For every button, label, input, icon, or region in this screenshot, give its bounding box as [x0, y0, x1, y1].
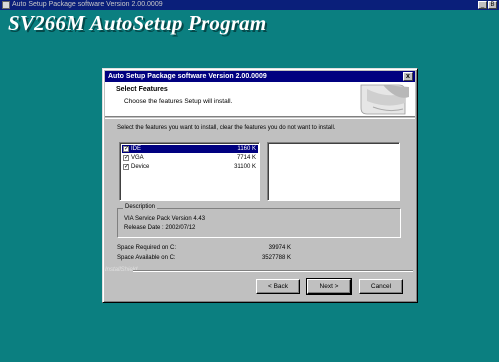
- checkbox-device[interactable]: ✓: [123, 164, 129, 170]
- feature-name: IDE: [131, 146, 142, 152]
- space-available-label: Space Available on C:: [117, 255, 176, 261]
- feature-size: 1160 K: [237, 146, 256, 152]
- app-caption: Auto Setup Package software Version 2.00…: [12, 1, 163, 8]
- banner-title: SV266M AutoSetup Program: [8, 11, 267, 35]
- dialog-header: Select Features Choose the features Setu…: [105, 82, 415, 117]
- instruction-text: Select the features you want to install,…: [117, 125, 336, 131]
- feature-size: 31100 K: [234, 164, 256, 170]
- feature-name: VGA: [131, 155, 144, 161]
- checkbox-ide[interactable]: ✓: [123, 146, 129, 152]
- app-titlebar: Auto Setup Package software Version 2.00…: [0, 0, 499, 10]
- header-subtitle: Choose the features Setup will install.: [124, 98, 233, 105]
- dialog-title: Auto Setup Package software Version 2.00…: [108, 73, 267, 80]
- space-required-value: 39974 K: [268, 245, 291, 251]
- bottom-separator: [133, 270, 413, 272]
- space-available-value: 3527788 K: [261, 255, 291, 261]
- next-button[interactable]: Next >: [306, 278, 352, 295]
- feature-list[interactable]: ✓ IDE 1160 K ✓ VGA 7714 K ✓ Device 31100…: [119, 142, 260, 201]
- restore-button[interactable]: B: [488, 1, 497, 9]
- window-controls: _ B: [478, 1, 497, 9]
- description-release-date: Release Date : 2002/07/12: [124, 225, 196, 231]
- space-required-label: Space Required on C:: [117, 245, 177, 251]
- app-icon: [2, 1, 10, 9]
- description-group: Description VIA Service Pack Version 4.4…: [117, 204, 401, 238]
- feature-item-vga[interactable]: ✓ VGA 7714 K: [122, 154, 258, 162]
- feature-item-device[interactable]: ✓ Device 31100 K: [122, 163, 258, 171]
- feature-item-ide[interactable]: ✓ IDE 1160 K: [122, 145, 258, 153]
- page-curl-icon: [360, 84, 409, 115]
- feature-detail-box: [267, 142, 400, 201]
- feature-name: Device: [131, 164, 150, 170]
- close-button[interactable]: x: [403, 72, 413, 81]
- setup-dialog: Auto Setup Package software Version 2.00…: [102, 68, 418, 303]
- minimize-button[interactable]: _: [478, 1, 487, 9]
- header-title: Select Features: [116, 86, 168, 93]
- description-legend: Description: [123, 204, 158, 210]
- dialog-titlebar: Auto Setup Package software Version 2.00…: [105, 71, 415, 82]
- back-button[interactable]: < Back: [256, 279, 300, 294]
- header-separator: [105, 118, 415, 119]
- checkbox-vga[interactable]: ✓: [123, 155, 129, 161]
- feature-size: 7714 K: [236, 155, 256, 161]
- description-version: VIA Service Pack Version 4.43: [124, 216, 206, 222]
- cancel-button[interactable]: Cancel: [359, 279, 403, 294]
